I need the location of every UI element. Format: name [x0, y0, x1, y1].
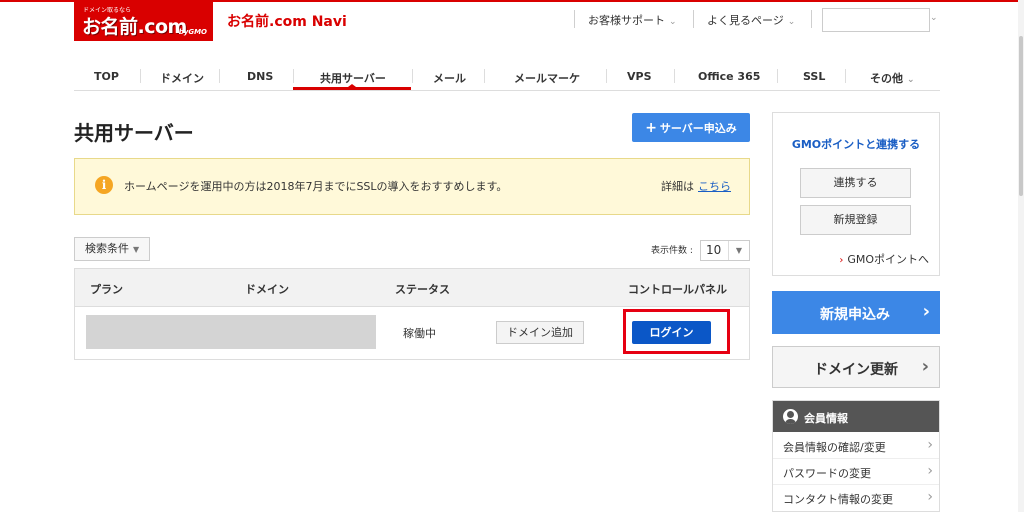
- main-nav: TOP ドメイン DNS 共用サーバー メール メールマーケ VPS Offic…: [74, 60, 940, 91]
- nav-item-other-label: その他: [870, 72, 903, 85]
- support-menu-label: お客様サポート: [588, 14, 665, 27]
- nav-divider: [606, 69, 607, 83]
- member-link-password-label: パスワードの変更: [783, 467, 871, 480]
- onamae-logo[interactable]: ドメイン取るなら お名前.com byGMO: [74, 2, 213, 41]
- chevron-right-icon: ›: [927, 463, 933, 479]
- account-select[interactable]: [822, 8, 930, 32]
- register-button[interactable]: 新規登録: [800, 205, 911, 235]
- gmo-point-panel: GMOポイントと連携する 連携する 新規登録 › GMOポイントへ: [772, 112, 940, 276]
- member-link-contact[interactable]: コンタクト情報の変更 ›: [783, 489, 933, 507]
- column-header-control-panel: コントロールパネル: [628, 283, 727, 296]
- per-page-select[interactable]: 10 ▼: [700, 240, 750, 261]
- renew-domain-label: ドメイン更新: [814, 362, 898, 378]
- notice-detail: 詳細は こちら: [661, 178, 731, 194]
- gmo-point-link[interactable]: › GMOポイントへ: [839, 251, 929, 267]
- gmo-point-link-label: GMOポイントへ: [847, 253, 929, 266]
- member-link-contact-label: コンタクト情報の変更: [783, 493, 893, 506]
- nav-divider: [777, 69, 778, 83]
- nav-item-office365[interactable]: Office 365: [698, 70, 760, 83]
- column-header-plan: プラン: [90, 283, 123, 296]
- info-icon: i: [95, 176, 113, 194]
- nav-divider: [140, 69, 141, 83]
- column-header-status: ステータス: [395, 283, 450, 296]
- caret-down-icon: ▼: [728, 241, 749, 260]
- faq-menu-label: よく見るページ: [707, 14, 784, 27]
- nav-divider: [293, 69, 294, 83]
- chevron-down-icon: ⌄: [907, 75, 915, 85]
- divider: [773, 484, 939, 485]
- search-filter-label: 検索条件: [85, 242, 129, 255]
- faq-menu[interactable]: よく見るページ ⌄: [707, 12, 795, 28]
- page-title: 共用サーバー: [74, 121, 194, 145]
- logo-mark: お名前.com: [82, 16, 187, 38]
- server-apply-label: サーバー申込み: [659, 121, 737, 135]
- notice-detail-link[interactable]: こちら: [698, 180, 731, 193]
- member-link-account-label: 会員情報の確認/変更: [783, 441, 886, 454]
- server-table: プラン ドメイン ステータス コントロールパネル 稼働中 ドメイン追加 ログイン: [74, 268, 750, 360]
- chevron-down-icon[interactable]: ⌄: [930, 13, 938, 23]
- member-info-title: 会員情報: [804, 412, 848, 425]
- nav-item-other[interactable]: その他 ⌄: [870, 70, 915, 86]
- chevron-right-icon: ›: [839, 255, 844, 266]
- divider: [773, 458, 939, 459]
- nav-item-mail-marketing[interactable]: メールマーケ: [514, 70, 580, 86]
- link-button[interactable]: 連携する: [800, 168, 911, 198]
- nav-active-caret: [348, 84, 356, 87]
- renew-domain-button[interactable]: ドメイン更新 ›: [772, 346, 940, 388]
- scrollbar-thumb[interactable]: [1019, 36, 1023, 196]
- ssl-notice-banner: i ホームページを運用中の方は2018年7月までにSSLの導入をおすすめします。…: [74, 158, 750, 215]
- notice-text: ホームページを運用中の方は2018年7月までにSSLの導入をおすすめします。: [124, 180, 508, 193]
- nav-active-indicator: [293, 87, 411, 90]
- chevron-down-icon: ⌄: [787, 17, 796, 27]
- header-divider: [811, 10, 812, 28]
- add-domain-button[interactable]: ドメイン追加: [496, 321, 584, 344]
- chevron-right-icon: ›: [922, 301, 930, 322]
- new-apply-label: 新規申込み: [820, 307, 890, 323]
- server-apply-button[interactable]: + サーバー申込み: [632, 113, 750, 142]
- chevron-down-icon: ⌄: [669, 17, 677, 27]
- nav-item-dns[interactable]: DNS: [247, 70, 273, 83]
- per-page-label: 表示件数 :: [651, 246, 693, 256]
- new-apply-button[interactable]: 新規申込み ›: [772, 291, 940, 334]
- nav-divider: [219, 69, 220, 83]
- user-icon: [783, 409, 798, 424]
- header-divider: [693, 10, 694, 28]
- nav-item-ssl[interactable]: SSL: [803, 70, 825, 83]
- table-header: プラン ドメイン ステータス コントロールパネル: [75, 269, 749, 307]
- nav-item-top[interactable]: TOP: [94, 70, 119, 83]
- chevron-right-icon: ›: [927, 489, 933, 505]
- column-header-domain: ドメイン: [245, 283, 289, 296]
- member-link-account[interactable]: 会員情報の確認/変更 ›: [783, 437, 933, 455]
- nav-item-domain[interactable]: ドメイン: [160, 70, 204, 86]
- plus-icon: +: [645, 119, 657, 136]
- nav-item-vps[interactable]: VPS: [627, 70, 652, 83]
- gmo-point-title: GMOポイントと連携する: [791, 138, 921, 151]
- app-title: お名前.com Navi: [227, 14, 347, 30]
- nav-divider: [674, 69, 675, 83]
- caret-down-icon: ▼: [133, 245, 140, 254]
- status-text: 稼働中: [403, 327, 436, 340]
- member-info-header: 会員情報: [773, 401, 939, 432]
- search-filter-button[interactable]: 検索条件 ▼: [74, 237, 150, 261]
- per-page-value: 10: [706, 243, 722, 257]
- login-button[interactable]: ログイン: [632, 321, 711, 344]
- nav-divider: [412, 69, 413, 83]
- redacted-plan-domain-cell: [86, 315, 376, 349]
- nav-item-mail[interactable]: メール: [433, 70, 466, 86]
- member-link-password[interactable]: パスワードの変更 ›: [783, 463, 933, 481]
- chevron-right-icon: ›: [927, 437, 933, 453]
- member-info-panel: 会員情報 会員情報の確認/変更 › パスワードの変更 › コンタクト情報の変更 ›: [772, 400, 940, 512]
- nav-divider: [845, 69, 846, 83]
- logo-gmo: byGMO: [178, 28, 207, 36]
- chevron-right-icon: ›: [921, 356, 929, 377]
- support-menu[interactable]: お客様サポート ⌄: [588, 12, 677, 28]
- notice-detail-prefix: 詳細は: [661, 180, 694, 193]
- header-divider: [574, 10, 575, 28]
- nav-divider: [484, 69, 485, 83]
